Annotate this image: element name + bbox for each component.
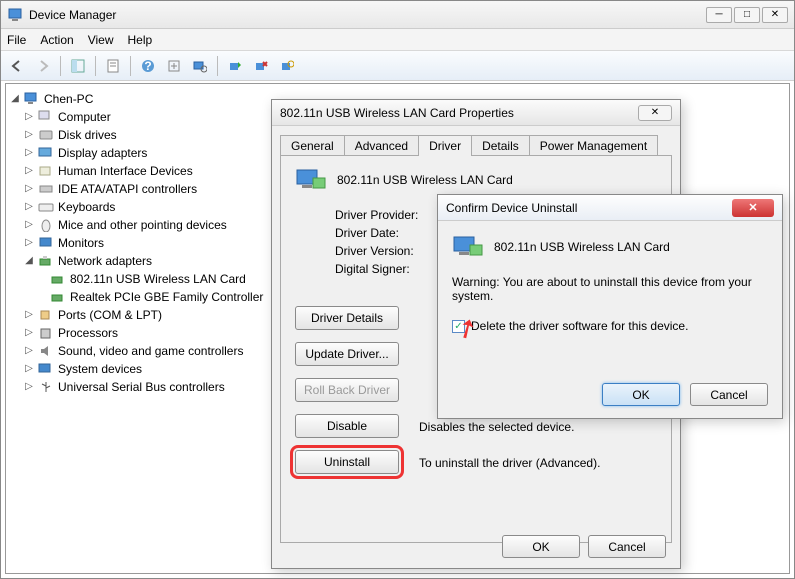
expand-icon[interactable]: ▷ — [24, 306, 34, 324]
device-icon — [452, 233, 484, 261]
uninstall-button-toolbar[interactable] — [249, 54, 273, 78]
expand-icon[interactable]: ▷ — [24, 108, 34, 126]
network-adapter-icon — [50, 290, 66, 304]
toolbar: ? — [1, 51, 794, 81]
menu-view[interactable]: View — [88, 33, 114, 47]
properties-titlebar: 802.11n USB Wireless LAN Card Properties… — [272, 100, 680, 126]
expand-icon[interactable]: ▷ — [24, 378, 34, 396]
expand-icon[interactable]: ▷ — [24, 360, 34, 378]
roll-back-driver-button: Roll Back Driver — [295, 378, 399, 402]
menubar: File Action View Help — [1, 29, 794, 51]
device-manager-icon — [7, 7, 23, 23]
properties-tabs: General Advanced Driver Details Power Ma… — [280, 134, 672, 155]
network-adapter-icon — [50, 272, 66, 286]
properties-button[interactable] — [101, 54, 125, 78]
confirm-warning-text: Warning: You are about to uninstall this… — [452, 275, 768, 303]
tab-general[interactable]: General — [280, 135, 345, 156]
expand-icon[interactable]: ▷ — [24, 144, 34, 162]
expand-icon[interactable]: ▷ — [24, 180, 34, 198]
disable-button-toolbar[interactable] — [275, 54, 299, 78]
system-icon — [38, 362, 54, 376]
window-titlebar: Device Manager ─ □ ✕ — [1, 1, 794, 29]
expand-icon[interactable]: ▷ — [24, 162, 34, 180]
expand-icon[interactable]: ▷ — [24, 126, 34, 144]
properties-close-button[interactable]: ✕ — [638, 105, 672, 121]
annotation-arrow-icon: ➚ — [450, 310, 484, 348]
collapse-icon[interactable]: ◢ — [24, 252, 34, 270]
expand-icon[interactable]: ▷ — [24, 342, 34, 360]
mouse-icon — [38, 218, 54, 232]
ide-icon — [38, 182, 54, 196]
tab-details[interactable]: Details — [471, 135, 530, 156]
confirm-ok-button[interactable]: OK — [602, 383, 680, 406]
update-driver-button[interactable]: Update Driver... — [295, 342, 399, 366]
tab-advanced[interactable]: Advanced — [344, 135, 419, 156]
forward-button[interactable] — [31, 54, 55, 78]
back-button[interactable] — [5, 54, 29, 78]
network-icon — [38, 254, 54, 268]
computer-icon — [24, 92, 40, 106]
cpu-icon — [38, 326, 54, 340]
scan-button[interactable] — [188, 54, 212, 78]
menu-help[interactable]: Help — [128, 33, 153, 47]
properties-cancel-button[interactable]: Cancel — [588, 535, 666, 558]
collapse-icon[interactable]: ◢ — [10, 90, 20, 108]
confirm-uninstall-dialog: Confirm Device Uninstall ✕ 802.11n USB W… — [437, 194, 783, 419]
tree-root-label: Chen-PC — [44, 90, 93, 108]
disable-button[interactable]: Disable — [295, 414, 399, 438]
hid-icon — [38, 164, 54, 178]
usb-icon — [38, 380, 54, 394]
confirm-cancel-button[interactable]: Cancel — [690, 383, 768, 406]
uninstall-button[interactable]: Uninstall — [295, 450, 399, 474]
keyboard-icon — [38, 200, 54, 214]
help-button[interactable]: ? — [136, 54, 160, 78]
delete-driver-label: Delete the driver software for this devi… — [471, 319, 688, 333]
show-hide-tree-button[interactable] — [66, 54, 90, 78]
action-button[interactable] — [162, 54, 186, 78]
computer-category-icon — [38, 110, 54, 124]
expand-icon[interactable]: ▷ — [24, 198, 34, 216]
expand-icon[interactable]: ▷ — [24, 234, 34, 252]
maximize-button[interactable]: □ — [734, 7, 760, 23]
tab-power-management[interactable]: Power Management — [529, 135, 658, 156]
menu-action[interactable]: Action — [40, 33, 73, 47]
confirm-close-button[interactable]: ✕ — [732, 199, 774, 217]
confirm-title: Confirm Device Uninstall — [446, 201, 732, 215]
uninstall-description: To uninstall the driver (Advanced). — [419, 456, 649, 470]
tab-driver[interactable]: Driver — [418, 135, 472, 156]
disk-icon — [38, 128, 54, 142]
monitor-icon — [38, 236, 54, 250]
device-icon — [295, 166, 327, 194]
disable-description: Disables the selected device. — [419, 420, 649, 434]
display-icon — [38, 146, 54, 160]
properties-title: 802.11n USB Wireless LAN Card Properties — [280, 106, 638, 120]
menu-file[interactable]: File — [7, 33, 26, 47]
close-button[interactable]: ✕ — [762, 7, 788, 23]
svg-text:?: ? — [144, 59, 151, 73]
expand-icon[interactable]: ▷ — [24, 324, 34, 342]
confirm-titlebar: Confirm Device Uninstall ✕ — [438, 195, 782, 221]
device-name: 802.11n USB Wireless LAN Card — [337, 173, 513, 187]
port-icon — [38, 308, 54, 322]
minimize-button[interactable]: ─ — [706, 7, 732, 23]
update-driver-button[interactable] — [223, 54, 247, 78]
driver-details-button[interactable]: Driver Details — [295, 306, 399, 330]
expand-icon[interactable]: ▷ — [24, 216, 34, 234]
properties-ok-button[interactable]: OK — [502, 535, 580, 558]
sound-icon — [38, 344, 54, 358]
confirm-device-name: 802.11n USB Wireless LAN Card — [494, 240, 670, 254]
window-title: Device Manager — [29, 8, 706, 22]
